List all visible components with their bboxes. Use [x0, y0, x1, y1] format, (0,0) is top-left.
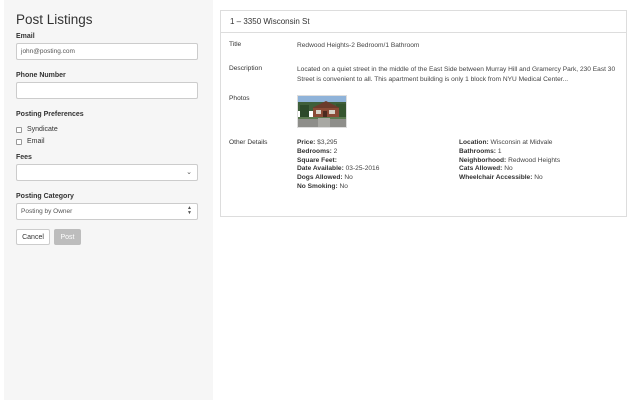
detail-bathrooms: Bathrooms: 1 [459, 147, 502, 155]
detail-date-available: Date Available: 03-25-2016 [297, 165, 380, 173]
detail-bedrooms: Bedrooms: 2 [297, 147, 338, 155]
category-group: Posting Category Posting by Owner ▲ ▼ [16, 193, 201, 220]
email-option[interactable]: Email [16, 138, 201, 145]
email-label: Email [16, 33, 35, 40]
phone-label: Phone Number [16, 72, 66, 79]
select-arrows-icon: ▲ ▼ [187, 205, 192, 216]
phone-group: Phone Number [16, 72, 201, 99]
listing-header: 1 – 3350 Wisconsin St [221, 11, 626, 33]
category-select[interactable]: Posting by Owner ▲ ▼ [16, 203, 198, 220]
photos-label: Photos [229, 95, 250, 102]
listing-photo[interactable] [297, 95, 347, 128]
listing-preview-card: 1 – 3350 Wisconsin St Title Redwood Heig… [220, 10, 627, 217]
detail-cats-allowed: Cats Allowed: No [459, 165, 513, 173]
syndicate-label: Syndicate [27, 126, 58, 133]
other-details-label: Other Details [229, 139, 268, 146]
syndicate-option[interactable]: Syndicate [16, 126, 201, 133]
preferences-label: Posting Preferences [16, 111, 84, 118]
email-checkbox[interactable] [16, 138, 22, 145]
fees-select[interactable]: ⌄ [16, 164, 198, 181]
title-label: Title [229, 41, 242, 48]
panel-title: Post Listings [16, 12, 93, 27]
description-label: Description [229, 65, 262, 72]
photos-value [297, 95, 617, 128]
description-value: Located on a quiet street in the middle … [297, 66, 616, 83]
fees-group: Fees ⌄ [16, 154, 201, 181]
email-field[interactable]: john@posting.com [16, 43, 198, 60]
detail-square-feet: Square Feet: [297, 156, 337, 164]
house-photo-image [298, 96, 346, 127]
post-listings-panel: Post Listings Email john@posting.com Pho… [4, 0, 213, 400]
detail-price: Price: $3,295 [297, 139, 338, 146]
cancel-button[interactable]: Cancel [16, 229, 50, 245]
email-group: Email john@posting.com [16, 33, 201, 60]
form-actions: Cancel Post [16, 229, 201, 245]
syndicate-checkbox[interactable] [16, 126, 22, 133]
detail-wheelchair-accessible: Wheelchair Accessible: No [459, 174, 543, 182]
category-value: Posting by Owner [21, 208, 73, 215]
title-value: Redwood Heights-2 Bedroom/1 Bathroom [297, 42, 420, 49]
detail-neighborhood: Neighborhood: Redwood Heights [459, 156, 561, 164]
detail-no-smoking: No Smoking: No [297, 182, 348, 190]
chevron-down-icon: ⌄ [186, 169, 192, 176]
fees-label: Fees [16, 154, 32, 161]
details-grid: Price: $3,295 Location: Wisconsin at Mid… [297, 139, 637, 190]
detail-location: Location: Wisconsin at Midvale [459, 139, 553, 146]
email-option-label: Email [27, 138, 45, 145]
phone-field[interactable] [16, 82, 198, 99]
category-label: Posting Category [16, 193, 74, 200]
preferences-group: Posting Preferences Syndicate Email [16, 111, 201, 145]
detail-dogs-allowed: Dogs Allowed: No [297, 174, 353, 182]
post-button[interactable]: Post [54, 229, 81, 245]
